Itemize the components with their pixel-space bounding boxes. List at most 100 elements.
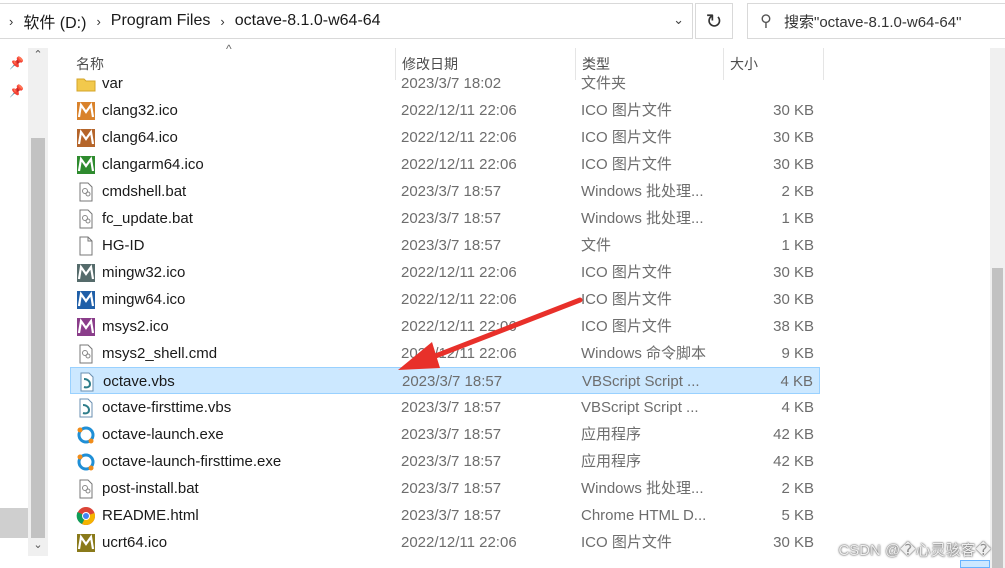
scroll-up-icon[interactable]: ⌃ bbox=[28, 48, 48, 66]
pin-icon[interactable]: 📌 bbox=[9, 84, 24, 98]
file-row-octave-firsttime-vbs[interactable]: octave-firsttime.vbs 2023/3/7 18:57 VBScri… bbox=[70, 394, 820, 421]
file-name: cmdshell.bat bbox=[102, 183, 187, 200]
file-name: README.html bbox=[102, 507, 199, 524]
blank-file-icon bbox=[76, 236, 96, 256]
file-name: clang32.ico bbox=[102, 102, 178, 119]
address-bar[interactable]: › 软件 (D:) › Program Files › octave-8.1.0… bbox=[0, 3, 693, 39]
file-type: ICO 图片文件 bbox=[581, 156, 672, 173]
file-type: ICO 图片文件 bbox=[581, 102, 672, 119]
file-name: octave-firsttime.vbs bbox=[102, 399, 232, 416]
octave-exe-icon bbox=[76, 425, 96, 445]
file-name: mingw32.ico bbox=[102, 264, 186, 281]
file-size: 30 KB bbox=[773, 291, 814, 308]
file-type: Chrome HTML D... bbox=[581, 507, 707, 524]
file-size: 30 KB bbox=[773, 102, 814, 119]
file-name: mingw64.ico bbox=[102, 291, 186, 308]
ico-green-icon bbox=[76, 155, 96, 175]
file-name: msys2_shell.cmd bbox=[102, 345, 218, 362]
watermark: CSDN @�心灵骇客� bbox=[838, 542, 991, 559]
chevron-down-icon[interactable]: ⌄ bbox=[673, 12, 684, 28]
octave-exe-icon bbox=[76, 452, 96, 472]
file-date: 2023/3/7 18:57 bbox=[401, 453, 502, 470]
file-date: 2023/3/7 18:57 bbox=[401, 399, 502, 416]
toolbar: › 软件 (D:) › Program Files › octave-8.1.0… bbox=[0, 0, 1005, 42]
file-type: VBScript Script ... bbox=[582, 373, 700, 390]
file-size: 42 KB bbox=[773, 426, 814, 443]
file-row-octave-launch-exe[interactable]: octave-launch.exe 2023/3/7 18:57 应用程序 42 KB bbox=[70, 421, 820, 448]
file-row-var[interactable]: var 2023/3/7 18:02 文件夹 bbox=[70, 70, 820, 97]
ico-brown-icon bbox=[76, 128, 96, 148]
file-row-octave-vbs[interactable]: octave.vbs 2023/3/7 18:57 VBScript Script … bbox=[70, 367, 820, 394]
file-type: ICO 图片文件 bbox=[581, 534, 672, 551]
file-name: clangarm64.ico bbox=[102, 156, 204, 173]
file-row-msys2-ico[interactable]: msys2.ico 2022/12/11 22:06 ICO 图片文件 38 KB bbox=[70, 313, 820, 340]
status-selection-box bbox=[960, 560, 990, 568]
file-date: 2022/12/11 22:06 bbox=[401, 156, 517, 173]
file-date: 2023/3/7 18:57 bbox=[401, 237, 502, 254]
file-row-msys2-shell-cmd[interactable]: msys2_shell.cmd 2022/12/11 22:06 Windows 命… bbox=[70, 340, 820, 367]
file-date: 2023/3/7 18:57 bbox=[401, 507, 502, 524]
file-row-post-install-bat[interactable]: post-install.bat 2023/3/7 18:57 Windows 批处… bbox=[70, 475, 820, 502]
search-box[interactable]: ⚲ 搜索"octave-8.1.0-w64-64" bbox=[747, 3, 1005, 39]
file-list-scrollbar[interactable] bbox=[990, 48, 1005, 568]
pin-icon[interactable]: 📌 bbox=[9, 56, 24, 70]
file-row-cmdshell-bat[interactable]: cmdshell.bat 2023/3/7 18:57 Windows 批处理...… bbox=[70, 178, 820, 205]
breadcrumb-drive[interactable]: 软件 (D:) bbox=[23, 9, 86, 33]
vbs-file-icon bbox=[76, 398, 96, 418]
file-row-octave-launch-firsttime-exe[interactable]: octave-launch-firsttime.exe 2023/3/7 18:5… bbox=[70, 448, 820, 475]
refresh-icon: ↻ bbox=[705, 10, 723, 33]
file-row-clangarm64-ico[interactable]: clangarm64.ico 2022/12/11 22:06 ICO 图片文件 30… bbox=[70, 151, 820, 178]
file-size bbox=[734, 70, 814, 97]
refresh-button[interactable]: ↻ bbox=[695, 3, 733, 39]
file-size: 30 KB bbox=[773, 129, 814, 146]
file-date: 2022/12/11 22:06 bbox=[401, 318, 517, 335]
scrollbar-thumb[interactable] bbox=[992, 268, 1003, 568]
file-type: ICO 图片文件 bbox=[581, 264, 672, 281]
file-size: 2 KB bbox=[781, 480, 814, 497]
scroll-down-icon[interactable]: ⌄ bbox=[28, 538, 48, 556]
chevron-right-icon[interactable]: › bbox=[9, 14, 13, 29]
file-type: Windows 命令脚本 bbox=[581, 345, 707, 362]
breadcrumb-current-folder[interactable]: octave-8.1.0-w64-64 bbox=[235, 12, 381, 30]
file-name: msys2.ico bbox=[102, 318, 169, 335]
file-size: 42 KB bbox=[773, 453, 814, 470]
file-date: 2022/12/11 22:06 bbox=[401, 291, 517, 308]
file-date: 2023/3/7 18:02 bbox=[401, 75, 502, 92]
file-row-hg-id[interactable]: HG-ID 2023/3/7 18:57 文件 1 KB bbox=[70, 232, 820, 259]
file-size: 30 KB bbox=[773, 156, 814, 173]
file-row-readme-html[interactable]: README.html 2023/3/7 18:57 Chrome HTML D..… bbox=[70, 502, 820, 529]
file-row-mingw32-ico[interactable]: mingw32.ico 2022/12/11 22:06 ICO 图片文件 30 KB bbox=[70, 259, 820, 286]
file-type: ICO 图片文件 bbox=[581, 129, 672, 146]
scrollbar-thumb[interactable] bbox=[31, 138, 45, 538]
file-row-ucrt64-ico[interactable]: ucrt64.ico 2022/12/11 22:06 ICO 图片文件 30 KB bbox=[70, 529, 820, 556]
chevron-right-icon[interactable]: › bbox=[220, 14, 224, 29]
file-date: 2023/3/7 18:57 bbox=[401, 210, 502, 227]
file-row-fc-update-bat[interactable]: fc_update.bat 2023/3/7 18:57 Windows 批处理..… bbox=[70, 205, 820, 232]
file-size: 4 KB bbox=[781, 399, 814, 416]
file-name: octave-launch-firsttime.exe bbox=[102, 453, 282, 470]
file-date: 2022/12/11 22:06 bbox=[401, 345, 517, 362]
breadcrumb-program-files[interactable]: Program Files bbox=[111, 12, 211, 30]
file-type: Windows 批处理... bbox=[581, 210, 704, 227]
chevron-right-icon[interactable]: › bbox=[96, 14, 100, 29]
file-size: 5 KB bbox=[781, 507, 814, 524]
file-row-clang64-ico[interactable]: clang64.ico 2022/12/11 22:06 ICO 图片文件 30 KB bbox=[70, 124, 820, 151]
file-size: 1 KB bbox=[781, 237, 814, 254]
bat-file-icon bbox=[76, 479, 96, 499]
file-name: ucrt64.ico bbox=[102, 534, 168, 551]
navigation-pane: 📌 📌 bbox=[0, 48, 28, 568]
search-placeholder: 搜索"octave-8.1.0-w64-64" bbox=[784, 13, 962, 31]
bat-file-icon bbox=[76, 209, 96, 229]
ico-olive-icon bbox=[76, 533, 96, 553]
navigation-scrollbar[interactable]: ⌃ ⌄ bbox=[28, 48, 48, 556]
bat-file-icon bbox=[76, 182, 96, 202]
file-name: octave-launch.exe bbox=[102, 426, 224, 443]
file-row-mingw64-ico[interactable]: mingw64.ico 2022/12/11 22:06 ICO 图片文件 30 KB bbox=[70, 286, 820, 313]
file-size: 1 KB bbox=[781, 210, 814, 227]
ico-orange-icon bbox=[76, 101, 96, 121]
ico-gray-icon bbox=[76, 263, 96, 283]
file-type: 应用程序 bbox=[581, 453, 642, 470]
file-row-clang32-ico[interactable]: clang32.ico 2022/12/11 22:06 ICO 图片文件 30 KB bbox=[70, 97, 820, 124]
vbs-file-icon bbox=[77, 372, 97, 392]
file-type: 应用程序 bbox=[581, 426, 642, 443]
